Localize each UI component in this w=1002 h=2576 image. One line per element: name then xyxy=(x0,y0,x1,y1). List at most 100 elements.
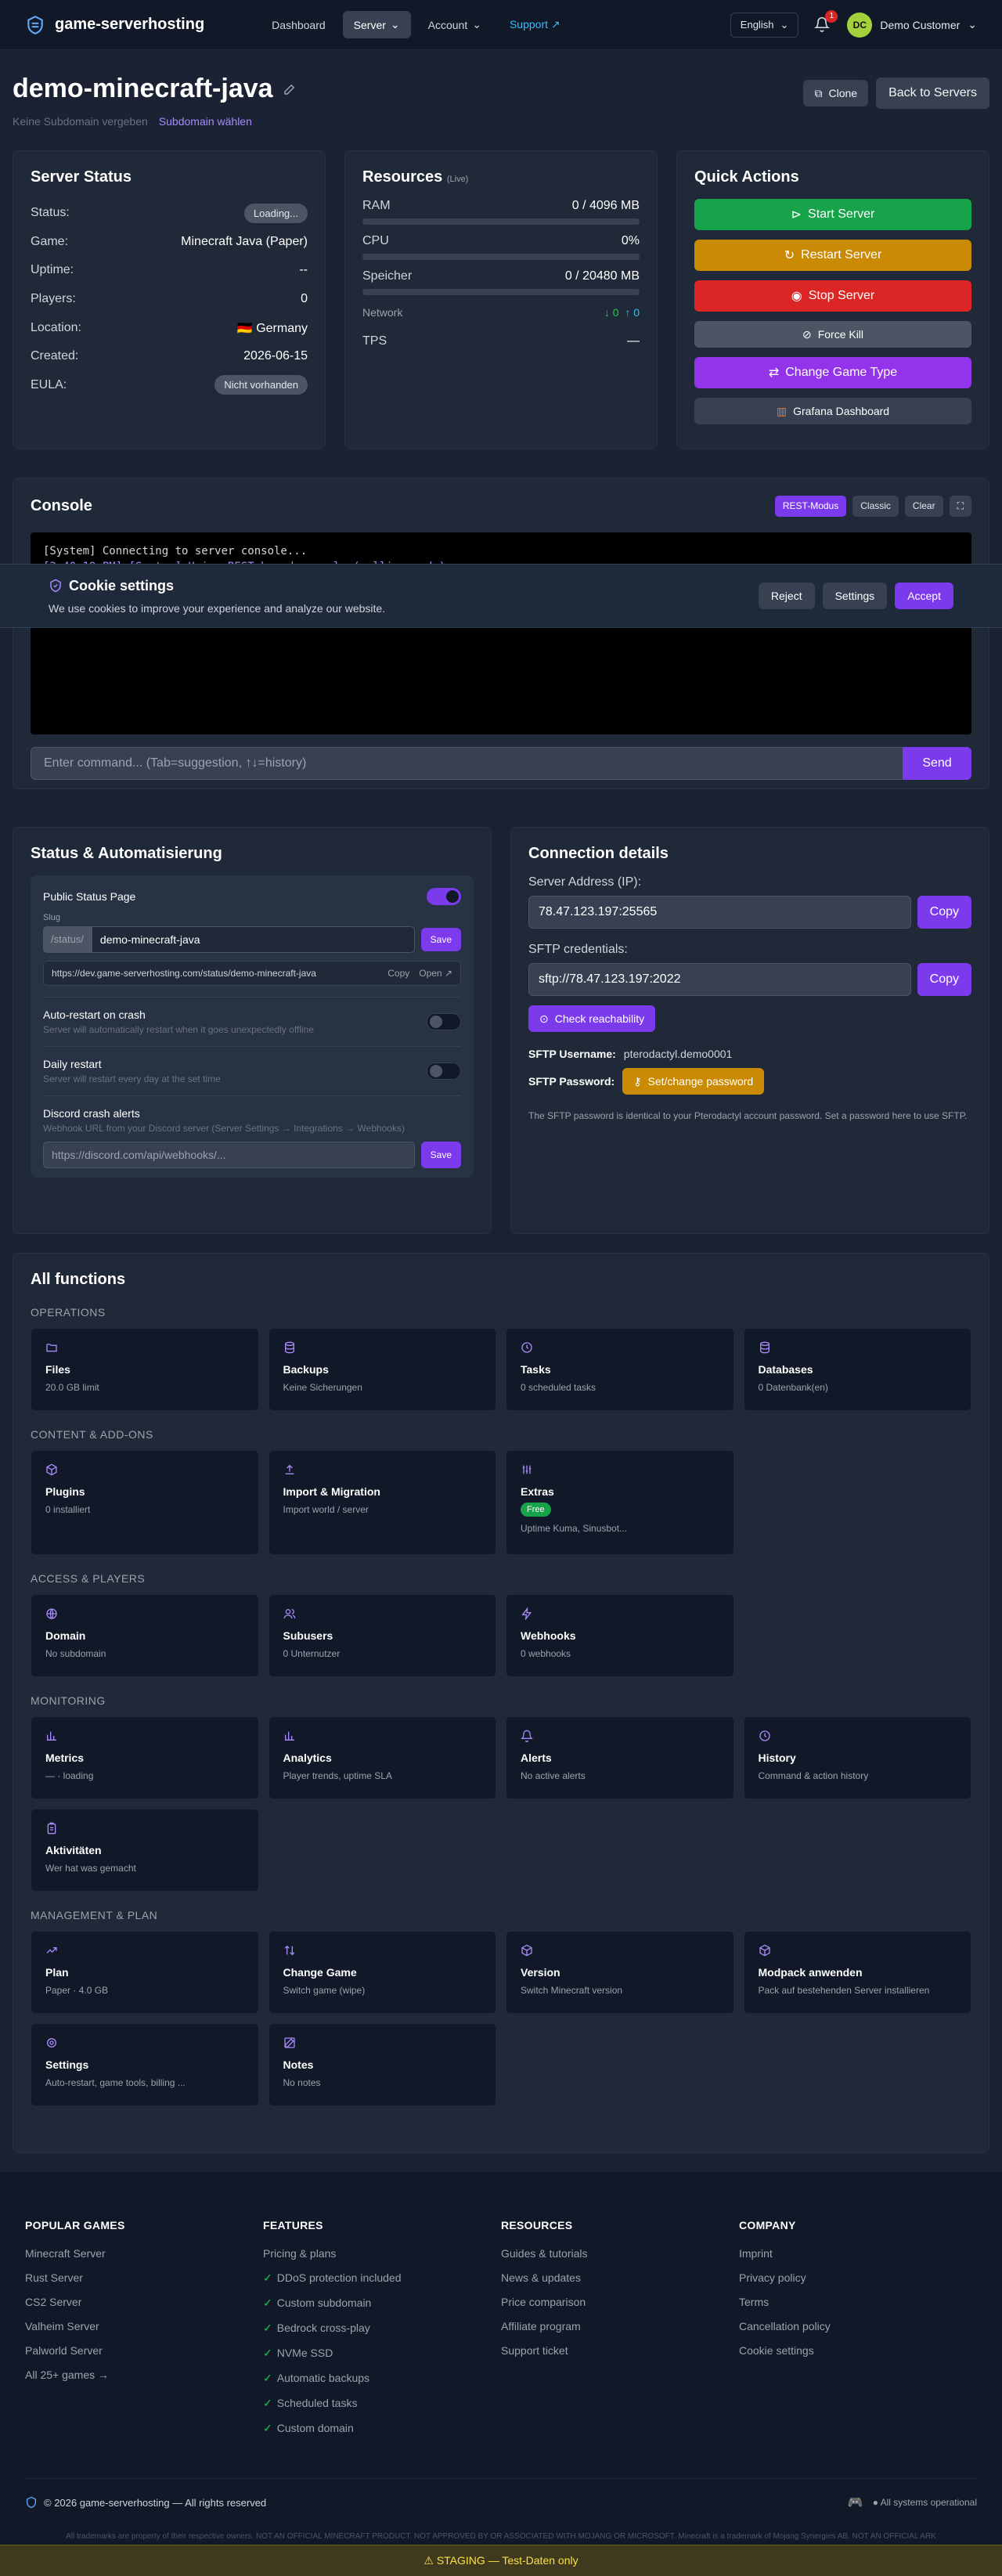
footer-link[interactable]: Imprint xyxy=(739,2247,977,2260)
footer-link[interactable]: Terms xyxy=(739,2296,977,2308)
function-tile-analytics[interactable]: Analytics Player trends, uptime SLA xyxy=(268,1716,496,1799)
footer-link[interactable]: ✓ Custom domain xyxy=(263,2422,501,2435)
system-status[interactable]: ● All systems operational xyxy=(873,2497,977,2508)
function-tile-modpack-anwenden[interactable]: Modpack anwenden Pack auf bestehenden Se… xyxy=(743,1931,971,2014)
choose-subdomain-link[interactable]: Subdomain wählen xyxy=(159,115,252,128)
footer-link[interactable]: Privacy policy xyxy=(739,2271,977,2284)
function-tile-plugins[interactable]: Plugins 0 installiert xyxy=(31,1450,259,1555)
set-password-button[interactable]: ⚷ Set/change password xyxy=(622,1068,765,1095)
function-tile-tasks[interactable]: Tasks 0 scheduled tasks xyxy=(506,1328,734,1411)
footer-link[interactable]: Cookie settings xyxy=(739,2344,977,2357)
footer-link[interactable]: News & updates xyxy=(501,2271,739,2284)
chevron-down-icon: ⌄ xyxy=(472,18,481,31)
footer-link[interactable]: Palworld Server xyxy=(25,2344,263,2357)
footer-link[interactable]: ✓ DDoS protection included xyxy=(263,2271,501,2285)
tile-subtitle: Uptime Kuma, Sinusbot... xyxy=(521,1523,628,1534)
clear-console-button[interactable]: Clear xyxy=(904,496,943,517)
cube-icon xyxy=(521,1944,532,1957)
function-tile-alerts[interactable]: Alerts No active alerts xyxy=(506,1716,734,1799)
back-to-servers-button[interactable]: Back to Servers xyxy=(876,78,989,109)
function-tile-import-migration[interactable]: Import & Migration Import world / server xyxy=(268,1450,496,1555)
sftp-password-label: SFTP Password: xyxy=(528,1075,615,1088)
footer-link[interactable]: ✓ Scheduled tasks xyxy=(263,2397,501,2410)
discord-icon[interactable]: 🎮 xyxy=(848,2495,863,2510)
footer-link[interactable]: ✓ Custom subdomain xyxy=(263,2296,501,2310)
webhook-url-input[interactable] xyxy=(43,1142,415,1168)
open-url-link[interactable]: Open ↗ xyxy=(419,968,452,979)
restart-server-button[interactable]: ↻ Restart Server xyxy=(694,240,971,271)
footer-link[interactable]: Rust Server xyxy=(25,2271,263,2284)
webhook-save-button[interactable]: Save xyxy=(420,1142,461,1168)
check-reachability-button[interactable]: ⊙ Check reachability xyxy=(528,1005,656,1032)
send-command-button[interactable]: Send xyxy=(903,747,971,780)
start-server-button[interactable]: ⊳ Start Server xyxy=(694,199,971,230)
footer-link[interactable]: Guides & tutorials xyxy=(501,2247,739,2260)
copy-address-button[interactable]: Copy xyxy=(917,896,971,929)
function-tile-history[interactable]: History Command & action history xyxy=(743,1716,971,1799)
function-tile-notes[interactable]: Notes No notes xyxy=(268,2023,496,2106)
network-label: Network xyxy=(362,306,403,319)
status-badge: Loading... xyxy=(243,203,308,223)
notifications-button[interactable]: 1 xyxy=(814,9,838,34)
stop-server-button[interactable]: ◉ Stop Server xyxy=(694,280,971,312)
function-tile-domain[interactable]: Domain No subdomain xyxy=(31,1594,259,1677)
function-tile-change-game[interactable]: Change Game Switch game (wipe) xyxy=(268,1931,496,2014)
top-nav: game-serverhosting Dashboard Server ⌄ Acc… xyxy=(0,0,1002,50)
edit-icon[interactable] xyxy=(283,82,297,96)
rest-mode-toggle[interactable]: REST-Modus xyxy=(774,496,847,517)
footer-link[interactable]: CS2 Server xyxy=(25,2296,263,2308)
footer-link[interactable]: ✓ NVMe SSD xyxy=(263,2347,501,2360)
function-tile-aktivit-ten[interactable]: Aktivitäten Wer hat was gemacht xyxy=(31,1809,259,1892)
function-tile-files[interactable]: Files 20.0 GB limit xyxy=(31,1328,259,1411)
change-game-type-button[interactable]: ⇄ Change Game Type xyxy=(694,357,971,388)
copy-sftp-button[interactable]: Copy xyxy=(917,963,971,996)
nav-account[interactable]: Account ⌄ xyxy=(417,11,492,38)
function-tile-metrics[interactable]: Metrics — · loading xyxy=(31,1716,259,1799)
footer-link[interactable]: Cancellation policy xyxy=(739,2320,977,2332)
public-status-toggle[interactable] xyxy=(427,888,461,905)
footer-link[interactable]: Price comparison xyxy=(501,2296,739,2308)
footer-link[interactable]: Pricing & plans xyxy=(263,2247,501,2260)
players-value: 0 xyxy=(301,292,308,306)
footer-link[interactable]: Affiliate program xyxy=(501,2320,739,2332)
daily-restart-toggle[interactable] xyxy=(427,1063,461,1080)
language-select[interactable]: English ⌄ xyxy=(730,12,799,38)
auto-restart-toggle[interactable] xyxy=(427,1013,461,1030)
function-tile-webhooks[interactable]: Webhooks 0 webhooks xyxy=(506,1594,734,1677)
clone-button[interactable]: ⧉ Clone xyxy=(803,80,869,106)
slug-save-button[interactable]: Save xyxy=(420,928,461,951)
footer-link[interactable]: Minecraft Server xyxy=(25,2247,263,2260)
function-tile-databases[interactable]: Databases 0 Datenbank(en) xyxy=(743,1328,971,1411)
footer-link[interactable]: Valheim Server xyxy=(25,2320,263,2332)
cookie-reject-button[interactable]: Reject xyxy=(758,583,815,609)
function-tile-plan[interactable]: Plan Paper · 4.0 GB xyxy=(31,1931,259,2014)
user-menu[interactable]: DC Demo Customer ⌄ xyxy=(847,12,977,38)
footer-link[interactable]: Support ticket xyxy=(501,2344,739,2357)
tile-title: Webhooks xyxy=(521,1629,576,1642)
function-tile-version[interactable]: Version Switch Minecraft version xyxy=(506,1931,734,2014)
nav-support[interactable]: Support ↗ xyxy=(499,11,571,38)
fullscreen-icon[interactable]: ⛶ xyxy=(949,496,971,517)
footer-link-label: NVMe SSD xyxy=(276,2347,333,2359)
grafana-dashboard-button[interactable]: ▥ Grafana Dashboard xyxy=(694,398,971,424)
copy-url-link[interactable]: Copy xyxy=(387,968,409,979)
footer-link-label: Palworld Server xyxy=(25,2344,103,2357)
server-status-title: Server Status xyxy=(31,168,132,186)
function-tile-backups[interactable]: Backups Keine Sicherungen xyxy=(268,1328,496,1411)
brand[interactable]: game-serverhosting xyxy=(25,15,204,35)
classic-mode-toggle[interactable]: Classic xyxy=(852,496,899,517)
nav-server[interactable]: Server ⌄ xyxy=(342,11,411,38)
footer-link[interactable]: ✓ Automatic backups xyxy=(263,2372,501,2385)
nav-dashboard[interactable]: Dashboard xyxy=(261,12,337,38)
grafana-label: Grafana Dashboard xyxy=(793,405,890,417)
cookie-settings-button[interactable]: Settings xyxy=(822,583,888,609)
slug-input[interactable] xyxy=(91,926,415,953)
footer-link[interactable]: ✓ Bedrock cross-play xyxy=(263,2322,501,2335)
force-kill-button[interactable]: ⊘ Force Kill xyxy=(694,321,971,348)
function-tile-extras[interactable]: Extras Free Uptime Kuma, Sinusbot... xyxy=(506,1450,734,1555)
function-tile-subusers[interactable]: Subusers 0 Unternutzer xyxy=(268,1594,496,1677)
console-command-input[interactable] xyxy=(31,747,903,780)
footer-link[interactable]: All 25+ games → xyxy=(25,2369,263,2381)
function-tile-settings[interactable]: Settings Auto-restart, game tools, billi… xyxy=(31,2023,259,2106)
cookie-accept-button[interactable]: Accept xyxy=(895,583,953,609)
